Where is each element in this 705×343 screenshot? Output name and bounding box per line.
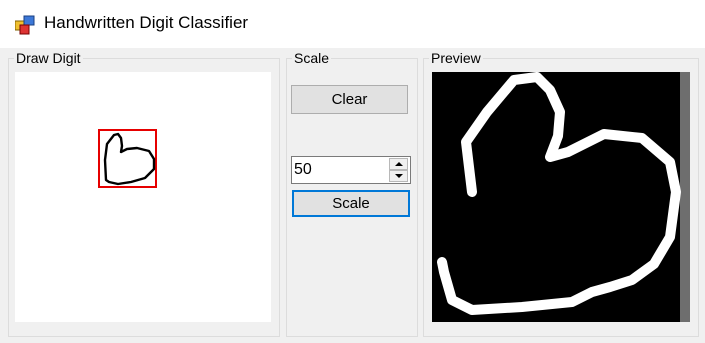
window-title: Handwritten Digit Classifier [44,13,249,32]
scale-button[interactable]: Scale [292,190,410,217]
drawing-surface [98,129,157,188]
spin-up-button[interactable] [389,158,408,170]
title-bar: Handwritten Digit Classifier [0,0,705,48]
caret-up-icon [395,162,403,166]
scale-value-input[interactable] [294,159,386,181]
caret-down-icon [395,174,403,178]
preview-frame [432,72,690,322]
preview-caption: Preview [429,50,483,66]
preview-image [432,72,681,322]
draw-canvas[interactable] [15,72,271,322]
drawn-stroke [103,132,156,186]
spin-down-button[interactable] [389,170,408,182]
clear-button[interactable]: Clear [291,85,408,114]
scale-caption: Scale [292,50,332,66]
scale-stepper[interactable] [291,156,411,184]
draw-digit-caption: Draw Digit [14,50,83,66]
digit-bounding-box [98,129,157,188]
app-icon [15,15,35,35]
